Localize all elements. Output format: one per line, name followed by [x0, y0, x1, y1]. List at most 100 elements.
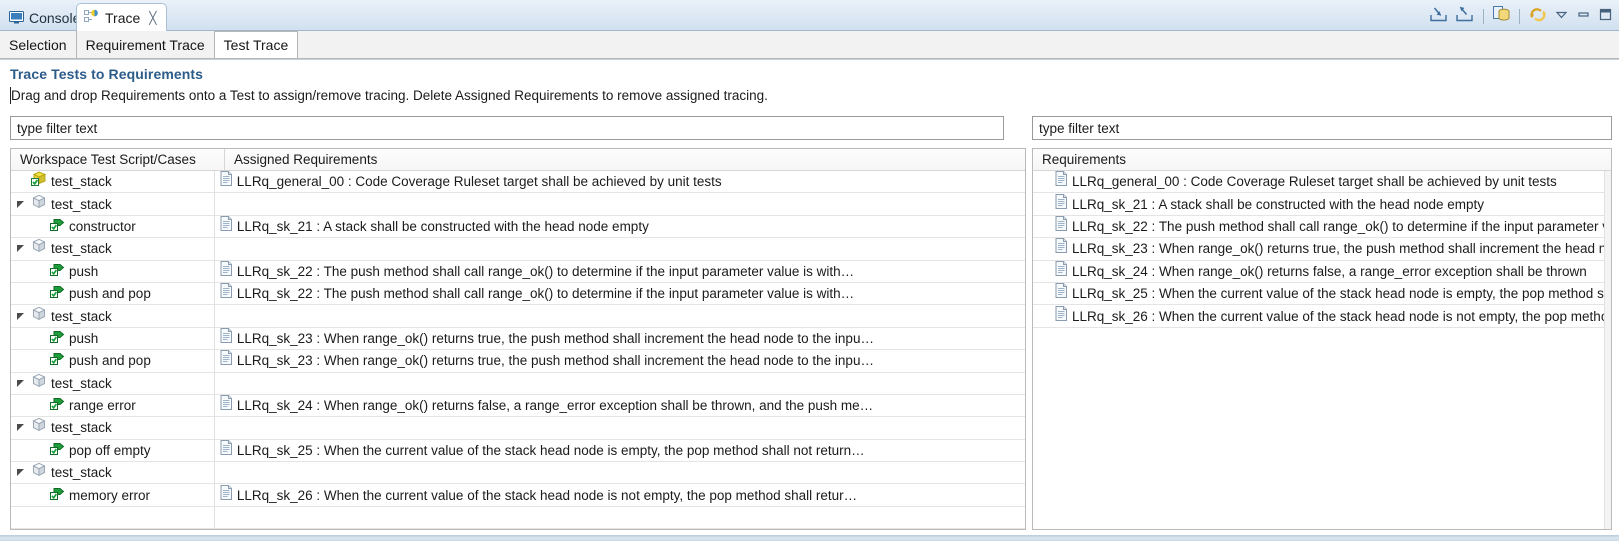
assigned-requirement-cell[interactable]: LLRq_sk_23 : When range_ok() returns tru…	[215, 327, 1025, 349]
close-icon[interactable]: ╳	[149, 11, 156, 25]
table-row[interactable]: test_stack	[11, 462, 1025, 485]
minimize-icon[interactable]	[1576, 7, 1591, 25]
list-item[interactable]: LLRq_sk_21 : A stack shall be constructe…	[1033, 193, 1611, 216]
table-row[interactable]: test_stack	[11, 372, 1025, 395]
assigned-requirement-cell[interactable]: LLRq_sk_22 : The push method shall call …	[215, 283, 1025, 304]
table-row[interactable]: constructor LLRq_sk_21 : A stack shall be…	[11, 215, 1025, 239]
table-row[interactable]: test_stack	[11, 238, 1025, 261]
requirement-cell[interactable]: LLRq_sk_24 : When range_ok() returns fal…	[1033, 260, 1611, 282]
assigned-requirement-label: LLRq_sk_23 : When range_ok() returns tru…	[236, 353, 874, 369]
expander-icon[interactable]	[14, 312, 27, 321]
filter-input-requirements[interactable]	[1032, 116, 1612, 140]
requirement-cell[interactable]: LLRq_general_00 : Code Coverage Ruleset …	[1033, 171, 1611, 192]
test-cell[interactable]: pop off empty	[11, 439, 215, 462]
requirement-cell[interactable]: LLRq_sk_25 : When the current value of t…	[1033, 283, 1611, 304]
column-header-requirements[interactable]: Requirements	[1033, 149, 1611, 171]
assigned-requirement-cell[interactable]	[215, 193, 1025, 214]
test-cell[interactable]: test_stack	[11, 305, 215, 327]
tab-test-trace[interactable]: Test Trace	[214, 31, 299, 58]
expander-icon[interactable]	[14, 468, 27, 477]
table-row[interactable]: test_stack LLRq_general_00 : Code Coverag…	[11, 171, 1025, 194]
expander-icon[interactable]	[14, 423, 27, 432]
table-row[interactable]: push and pop LLRq_sk_23 : When range_ok()…	[11, 350, 1025, 373]
expander-icon[interactable]	[14, 200, 27, 209]
assigned-requirement-cell[interactable]: LLRq_sk_24 : When range_ok() returns fal…	[215, 395, 1025, 416]
assigned-requirement-cell[interactable]	[215, 417, 1025, 438]
export-icon[interactable]	[1455, 6, 1474, 26]
table-row[interactable]: pop off empty LLRq_sk_25 : When the curre…	[11, 439, 1025, 463]
requirement-cell[interactable]: LLRq_sk_22 : The push method shall call …	[1033, 215, 1611, 237]
assigned-requirement-cell[interactable]: LLRq_general_00 : Code Coverage Ruleset …	[215, 171, 1025, 192]
requirements-table[interactable]: Requirements LLRq_general_00 : Code Cove…	[1032, 148, 1612, 530]
list-item[interactable]: LLRq_general_00 : Code Coverage Ruleset …	[1033, 171, 1611, 194]
test-case-group-icon	[31, 373, 47, 394]
test-name: push	[69, 263, 99, 279]
assigned-requirement-cell[interactable]: LLRq_sk_26 : When the current value of t…	[215, 484, 1025, 505]
requirement-cell[interactable]: LLRq_sk_26 : When the current value of t…	[1033, 305, 1611, 326]
tests-tree-table[interactable]: Workspace Test Script/Cases Assigned Req…	[10, 148, 1026, 530]
requirement-cell[interactable]: LLRq_sk_23 : When range_ok() returns tru…	[1033, 238, 1611, 259]
table-row[interactable]	[11, 506, 1025, 529]
table-row[interactable]: push and pop LLRq_sk_22 : The push method…	[11, 282, 1025, 306]
test-cell[interactable]: test_stack	[11, 193, 215, 215]
test-name: push	[69, 330, 99, 346]
test-cell[interactable]: test_stack	[11, 238, 215, 260]
requirements-scrollbar[interactable]	[1604, 171, 1611, 529]
list-item[interactable]: LLRq_sk_26 : When the current value of t…	[1033, 305, 1611, 328]
assigned-requirement-cell[interactable]: LLRq_sk_25 : When the current value of t…	[215, 439, 1025, 461]
test-case-group-icon	[31, 306, 47, 327]
table-row[interactable]: test_stack	[11, 417, 1025, 440]
view-tab-trace-label: Trace	[105, 9, 141, 26]
test-cell[interactable]: push	[11, 260, 215, 282]
database-copy-icon[interactable]	[1493, 6, 1510, 26]
list-item[interactable]: LLRq_sk_23 : When range_ok() returns tru…	[1033, 238, 1611, 261]
assigned-requirement-cell[interactable]: LLRq_sk_23 : When range_ok() returns tru…	[215, 350, 1025, 371]
assigned-requirement-cell[interactable]: LLRq_sk_22 : The push method shall call …	[215, 260, 1025, 282]
requirement-label: LLRq_sk_25 : When the current value of t…	[1072, 286, 1611, 302]
test-cell[interactable]	[11, 506, 215, 529]
assigned-requirement-cell[interactable]	[215, 305, 1025, 326]
test-cell[interactable]: push	[11, 327, 215, 350]
import-icon[interactable]	[1429, 6, 1448, 26]
test-cell[interactable]: push and pop	[11, 350, 215, 372]
table-row[interactable]: range error LLRq_sk_24 : When range_ok() …	[11, 394, 1025, 418]
list-item[interactable]: LLRq_sk_25 : When the current value of t…	[1033, 283, 1611, 306]
list-item[interactable]: LLRq_sk_22 : The push method shall call …	[1033, 215, 1611, 239]
document-icon	[1055, 283, 1068, 304]
column-header-tests[interactable]: Workspace Test Script/Cases	[11, 149, 225, 171]
table-row[interactable]: test_stack	[11, 305, 1025, 328]
assigned-requirement-cell[interactable]	[215, 238, 1025, 259]
test-script-icon	[31, 171, 47, 192]
test-cell[interactable]: push and pop	[11, 282, 215, 305]
test-cell[interactable]: range error	[11, 394, 215, 417]
table-row[interactable]: memory error LLRq_sk_26 : When the curren…	[11, 484, 1025, 507]
view-tab-trace[interactable]: Trace ╳	[76, 3, 167, 31]
assigned-requirement-cell[interactable]	[215, 462, 1025, 483]
test-cell[interactable]: test_stack	[11, 462, 215, 484]
test-cell[interactable]: constructor	[11, 215, 215, 238]
tab-requirement-trace[interactable]: Requirement Trace	[76, 31, 215, 58]
test-cell[interactable]: test_stack	[11, 417, 215, 439]
tab-selection[interactable]: Selection	[0, 31, 77, 58]
assigned-requirement-cell[interactable]: LLRq_sk_21 : A stack shall be constructe…	[215, 215, 1025, 237]
expander-icon[interactable]	[14, 379, 27, 388]
maximize-icon[interactable]	[1598, 7, 1613, 25]
table-row[interactable]: push LLRq_sk_23 : When range_ok() returns…	[11, 327, 1025, 351]
filter-input-tests[interactable]	[10, 116, 1004, 140]
assigned-requirement-cell[interactable]	[215, 507, 1025, 528]
test-name: test_stack	[51, 174, 112, 190]
view-tab-console-label: Console	[29, 10, 81, 26]
column-header-assigned-requirements[interactable]: Assigned Requirements	[225, 149, 1025, 171]
refresh-icon[interactable]	[1529, 6, 1547, 26]
assigned-requirement-cell[interactable]	[215, 373, 1025, 394]
list-item[interactable]: LLRq_sk_24 : When range_ok() returns fal…	[1033, 260, 1611, 283]
table-row[interactable]: push LLRq_sk_22 : The push method shall c…	[11, 260, 1025, 283]
view-menu-icon[interactable]	[1554, 7, 1569, 25]
requirement-cell[interactable]: LLRq_sk_21 : A stack shall be constructe…	[1033, 193, 1611, 214]
test-cell[interactable]: memory error	[11, 484, 215, 506]
test-cell[interactable]: test_stack	[11, 171, 215, 193]
test-cell[interactable]: test_stack	[11, 372, 215, 394]
expander-icon[interactable]	[14, 244, 27, 253]
test-name: push and pop	[69, 286, 151, 302]
table-row[interactable]: test_stack	[11, 193, 1025, 216]
